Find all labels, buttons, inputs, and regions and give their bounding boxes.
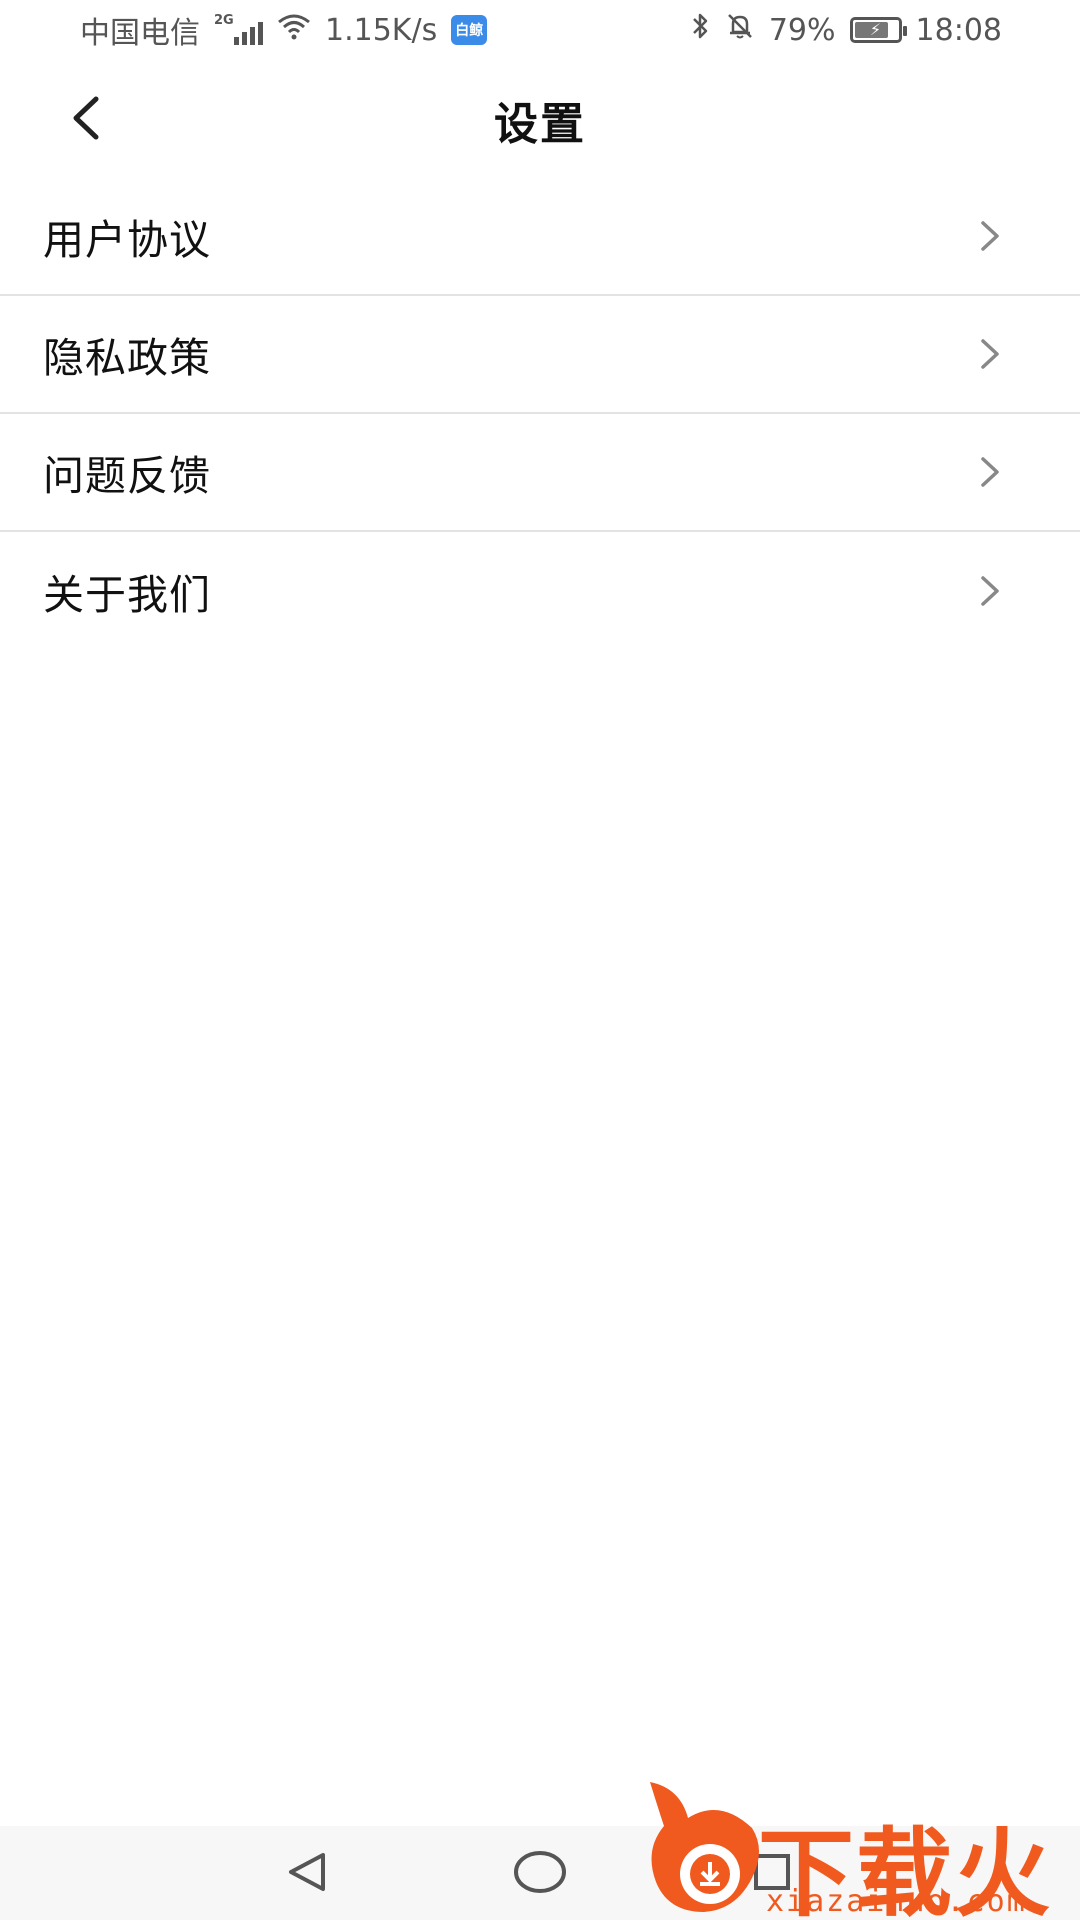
app-badge-label: 白鲸 <box>455 23 484 39</box>
chevron-left-icon <box>73 96 99 140</box>
app-badge-icon: 白鲸 <box>451 15 488 45</box>
wifi-icon <box>277 12 311 48</box>
chevron-right-icon <box>975 216 1005 256</box>
clock: 18:08 <box>915 12 1002 48</box>
settings-list: 用户协议 隐私政策 问题反馈 关于我们 <box>0 178 1080 650</box>
watermark-domain: xiazaihuo.com <box>766 1884 1027 1919</box>
home-circle-icon <box>514 1851 566 1893</box>
bluetooth-icon <box>691 11 711 49</box>
settings-item-privacy-policy[interactable]: 隐私政策 <box>0 296 1080 414</box>
nav-home-button[interactable] <box>500 1842 580 1902</box>
settings-screen: 中国电信 2G 1.15K/s 白鲸 79% ⚡ 18:08 设置 用户协议 隐… <box>0 0 1080 1920</box>
carrier-name: 中国电信 <box>80 16 200 51</box>
chevron-right-icon <box>975 452 1005 492</box>
back-triangle-icon <box>289 1853 325 1891</box>
network-speed: 1.15K/s <box>325 12 438 48</box>
settings-item-label: 用户协议 <box>43 216 211 264</box>
mute-bell-icon <box>725 11 755 49</box>
settings-item-label: 隐私政策 <box>43 334 211 382</box>
nav-back-button[interactable] <box>268 1842 348 1902</box>
settings-item-about-us[interactable]: 关于我们 <box>0 532 1080 650</box>
charging-bolt-icon: ⚡ <box>869 20 882 39</box>
chevron-right-icon <box>975 571 1005 611</box>
network-type: 2G <box>214 13 234 28</box>
battery-icon: ⚡ <box>849 17 907 43</box>
status-left: 中国电信 2G 1.15K/s 白鲸 <box>80 8 488 52</box>
signal-icon: 2G <box>214 13 263 45</box>
status-right: 79% ⚡ 18:08 <box>691 11 1002 49</box>
settings-item-label: 问题反馈 <box>43 452 211 500</box>
settings-item-label: 关于我们 <box>43 571 211 619</box>
header: 设置 <box>0 60 1080 180</box>
status-bar: 中国电信 2G 1.15K/s 白鲸 79% ⚡ 18:08 <box>0 0 1080 60</box>
settings-item-user-agreement[interactable]: 用户协议 <box>0 178 1080 296</box>
page-title: 设置 <box>494 99 586 150</box>
back-button[interactable] <box>56 86 116 150</box>
battery-percent: 79% <box>768 12 836 48</box>
watermark-logo: 下载火 xiazaihuo.com <box>640 1778 1080 1920</box>
chevron-right-icon <box>975 334 1005 374</box>
settings-item-feedback[interactable]: 问题反馈 <box>0 414 1080 532</box>
